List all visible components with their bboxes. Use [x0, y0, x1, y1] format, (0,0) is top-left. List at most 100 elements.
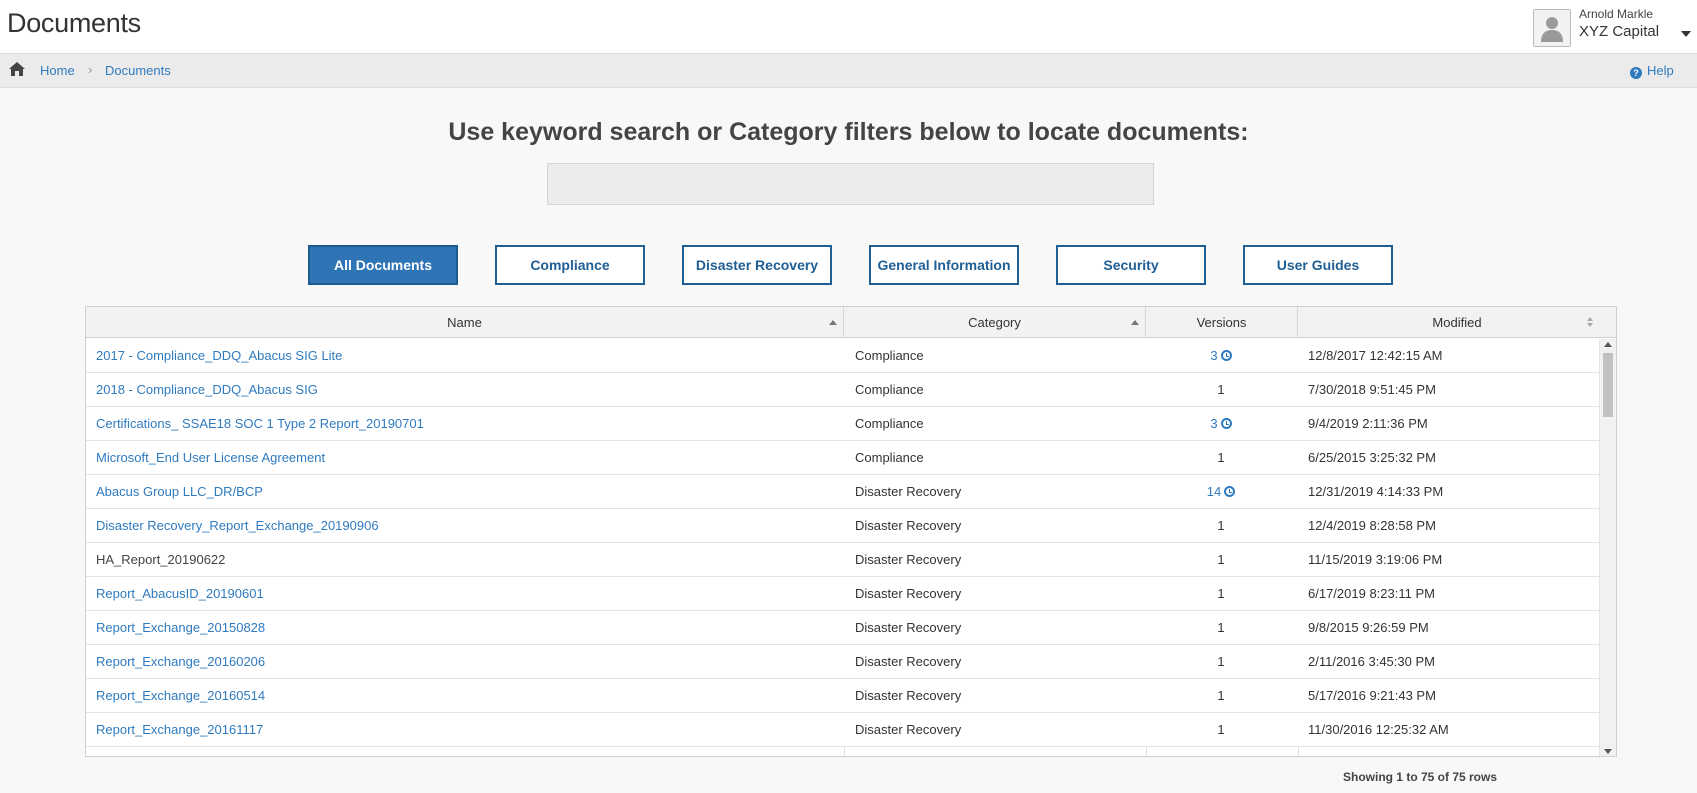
- document-name-link[interactable]: Certifications_ SSAE18 SOC 1 Type 2 Repo…: [96, 407, 836, 441]
- scroll-up-arrow-icon[interactable]: [1604, 342, 1612, 347]
- document-versions: 1: [1146, 645, 1296, 679]
- document-name-link[interactable]: Report_AbacusID_20190601: [96, 577, 836, 611]
- document-category: Compliance: [855, 416, 924, 431]
- column-header-name-label: Name: [447, 315, 482, 330]
- document-versions: 1: [1146, 611, 1296, 645]
- version-count: 1: [1217, 654, 1225, 669]
- table-row: HA_Report_20190622 Disaster Recovery 1 11/1…: [86, 543, 1599, 577]
- document-category: Disaster Recovery: [855, 518, 962, 533]
- document-name-link[interactable]: Report_Exchange_20160206: [96, 645, 836, 679]
- version-count: 3: [1210, 416, 1218, 431]
- sort-ascending-icon: [829, 320, 837, 325]
- table-row: Report_Exchange_20160514 Disaster Recover…: [86, 679, 1599, 713]
- user-name: Arnold Markle: [1579, 7, 1654, 21]
- document-category: Disaster Recovery: [855, 688, 962, 703]
- sort-both-icon: [1587, 317, 1593, 327]
- avatar-icon: [1533, 9, 1571, 47]
- scroll-down-arrow-icon[interactable]: [1604, 749, 1612, 754]
- filter-user-guides-button[interactable]: User Guides: [1243, 245, 1393, 285]
- table-row: Abacus Group LLC_DR/BCP Disaster Recovery…: [86, 475, 1599, 509]
- document-modified-date: 11/30/2016 12:25:32 AM: [1308, 722, 1449, 737]
- page-title: Documents: [7, 8, 141, 38]
- document-category: Disaster Recovery: [855, 722, 962, 737]
- table-row: Report_AbacusID_20190601 Disaster Recover…: [86, 577, 1599, 611]
- user-menu[interactable]: Arnold Markle XYZ Capital: [1533, 7, 1693, 49]
- document-modified-date: 7/30/2018 9:51:45 PM: [1308, 382, 1436, 397]
- document-modified-date: 5/17/2016 9:21:43 PM: [1308, 688, 1436, 703]
- document-name-link[interactable]: Microsoft_End User License Agreement: [96, 441, 836, 475]
- version-count: 1: [1217, 518, 1225, 533]
- pagination-summary: Showing 1 to 75 of 75 rows: [1342, 770, 1498, 784]
- version-count: 1: [1217, 552, 1225, 567]
- filter-general-information-button[interactable]: General Information: [869, 245, 1019, 285]
- user-organization: XYZ Capital: [1579, 23, 1660, 40]
- document-versions: 1: [1146, 543, 1296, 577]
- column-header-name[interactable]: Name: [86, 307, 844, 338]
- document-versions[interactable]: 3: [1146, 407, 1296, 441]
- table-scrollbar[interactable]: [1599, 339, 1616, 756]
- document-category: Disaster Recovery: [855, 620, 962, 635]
- table-row: 2018 - Compliance_DDQ_Abacus SIG Complian…: [86, 373, 1599, 407]
- help-link[interactable]: ? Help: [1630, 63, 1674, 79]
- search-heading: Use keyword search or Category filters b…: [448, 118, 1249, 146]
- document-versions[interactable]: 3: [1146, 339, 1296, 373]
- breadcrumb-documents-link[interactable]: Documents: [105, 63, 171, 78]
- version-count: 3: [1210, 348, 1218, 363]
- document-modified-date: 9/4/2019 2:11:36 PM: [1308, 416, 1428, 431]
- document-name-link[interactable]: 2017 - Compliance_DDQ_Abacus SIG Lite: [96, 339, 836, 373]
- version-count: 1: [1217, 450, 1225, 465]
- table-row: Disaster Recovery_Report_Exchange_201909…: [86, 509, 1599, 543]
- version-count: 1: [1217, 688, 1225, 703]
- document-name-link[interactable]: Report_Exchange_20150828: [96, 611, 836, 645]
- document-versions: 1: [1146, 713, 1296, 747]
- version-count: 1: [1217, 586, 1225, 601]
- document-modified-date: 2/11/2016 3:45:30 PM: [1308, 654, 1435, 669]
- document-modified-date: 12/4/2019 8:28:58 PM: [1308, 518, 1436, 533]
- document-name-link[interactable]: Report_Exchange_20161117: [96, 713, 836, 747]
- version-history-icon[interactable]: [1220, 350, 1232, 361]
- sort-ascending-icon: [1131, 320, 1139, 325]
- document-versions[interactable]: 14: [1146, 475, 1296, 509]
- keyword-search-input[interactable]: [547, 163, 1154, 205]
- column-header-modified[interactable]: Modified: [1298, 307, 1616, 338]
- column-header-category[interactable]: Category: [844, 307, 1146, 338]
- document-name-link[interactable]: Disaster Recovery_Report_Exchange_201909…: [96, 509, 836, 543]
- version-history-icon[interactable]: [1224, 486, 1236, 497]
- document-name-link[interactable]: Abacus Group LLC_DR/BCP: [96, 475, 836, 509]
- top-header: Documents Arnold Markle XYZ Capital: [0, 0, 1697, 54]
- filter-compliance-button[interactable]: Compliance: [495, 245, 645, 285]
- document-modified-date: 9/8/2015 9:26:59 PM: [1308, 620, 1429, 635]
- version-count: 1: [1217, 722, 1225, 737]
- filter-disaster-recovery-button[interactable]: Disaster Recovery: [682, 245, 832, 285]
- document-category: Disaster Recovery: [855, 484, 962, 499]
- table-row: Report_Exchange_20160206 Disaster Recover…: [86, 645, 1599, 679]
- document-category: Compliance: [855, 348, 924, 363]
- column-header-versions: Versions: [1146, 307, 1298, 338]
- table-row: Microsoft_End User License Agreement Comp…: [86, 441, 1599, 475]
- document-modified-date: 6/25/2015 3:25:32 PM: [1308, 450, 1436, 465]
- column-header-modified-label: Modified: [1432, 315, 1482, 330]
- breadcrumb: Home › Documents ? Help: [0, 54, 1697, 88]
- filter-all-documents-button[interactable]: All Documents: [308, 245, 458, 285]
- version-history-icon[interactable]: [1220, 418, 1232, 429]
- version-count: 1: [1217, 620, 1225, 635]
- column-header-versions-label: Versions: [1196, 315, 1247, 330]
- document-name-link[interactable]: 2018 - Compliance_DDQ_Abacus SIG: [96, 373, 836, 407]
- home-icon[interactable]: [8, 61, 26, 82]
- document-name-link: HA_Report_20190622: [96, 552, 226, 567]
- document-modified-date: 6/17/2019 8:23:11 PM: [1308, 586, 1435, 601]
- document-versions: 1: [1146, 577, 1296, 611]
- document-versions: 1: [1146, 679, 1296, 713]
- filter-security-button[interactable]: Security: [1056, 245, 1206, 285]
- document-category: Compliance: [855, 382, 924, 397]
- help-icon: ?: [1630, 67, 1642, 79]
- document-versions: 1: [1146, 441, 1296, 475]
- scroll-thumb[interactable]: [1603, 353, 1613, 417]
- documents-table: Name Category Versions Modified 2017 - C…: [85, 306, 1617, 757]
- document-name-link[interactable]: Report_Exchange_20160514: [96, 679, 836, 713]
- table-row: Report_Exchange_20150828 Disaster Recover…: [86, 611, 1599, 645]
- breadcrumb-home-link[interactable]: Home: [40, 63, 75, 78]
- document-modified-date: 11/15/2019 3:19:06 PM: [1308, 552, 1443, 567]
- breadcrumb-separator: ›: [88, 62, 93, 77]
- caret-down-icon[interactable]: [1681, 31, 1691, 37]
